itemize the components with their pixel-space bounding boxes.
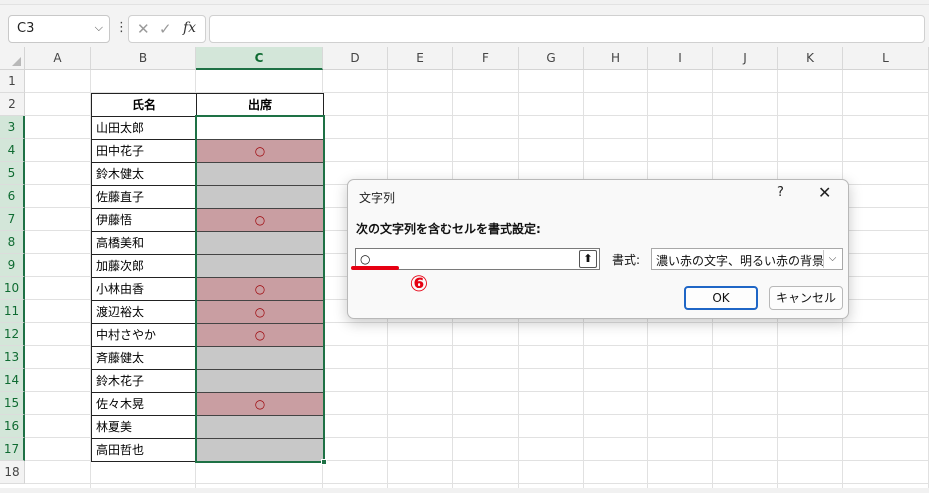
attendance-cell[interactable] bbox=[196, 254, 324, 278]
row-header-14[interactable]: 14 bbox=[0, 369, 25, 392]
row-header-15[interactable]: 15 bbox=[0, 392, 25, 415]
name-cell[interactable]: 鈴木健太 bbox=[91, 162, 197, 186]
attendance-cell[interactable] bbox=[196, 346, 324, 370]
gridline-horizontal bbox=[25, 483, 929, 484]
name-cell[interactable]: 山田太郎 bbox=[91, 116, 197, 140]
column-header-c[interactable]: C bbox=[196, 47, 323, 70]
enter-icon[interactable]: ✓ bbox=[159, 20, 172, 38]
name-cell[interactable]: 加藤次郎 bbox=[91, 254, 197, 278]
attendance-cell[interactable] bbox=[196, 231, 324, 255]
column-header-g[interactable]: G bbox=[519, 47, 584, 70]
column-header-j[interactable]: J bbox=[713, 47, 778, 70]
dialog-prompt: 次の文字列を含むセルを書式設定: bbox=[356, 222, 541, 236]
name-cell[interactable]: 渡辺裕太 bbox=[91, 300, 197, 324]
formula-input[interactable] bbox=[209, 15, 925, 43]
insert-function-icon[interactable]: fx bbox=[183, 20, 196, 36]
cancel-button[interactable]: キャンセル bbox=[769, 286, 843, 310]
row-header-8[interactable]: 8 bbox=[0, 231, 25, 254]
name-cell[interactable]: 佐藤直子 bbox=[91, 185, 197, 209]
dialog-title: 文字列 bbox=[359, 191, 396, 205]
attendance-cell[interactable] bbox=[196, 185, 324, 209]
text-contains-dialog: 文字列 ? ✕ 次の文字列を含むセルを書式設定: ○ ⬆ 書式: 濃い赤の文字、… bbox=[347, 179, 849, 319]
ok-button[interactable]: OK bbox=[684, 286, 758, 310]
attendance-cell[interactable]: ○ bbox=[196, 392, 324, 416]
attendance-cell[interactable] bbox=[196, 438, 324, 462]
row-header-16[interactable]: 16 bbox=[0, 415, 25, 438]
format-select[interactable]: 濃い赤の文字、明るい赤の背景 ⌵ bbox=[651, 248, 843, 270]
attendance-cell[interactable]: ○ bbox=[196, 323, 324, 347]
text-input-value: ○ bbox=[360, 252, 371, 266]
row-header-18[interactable]: 18 bbox=[0, 461, 25, 484]
help-icon[interactable]: ? bbox=[777, 185, 784, 200]
name-box-value: C3 bbox=[17, 21, 35, 36]
name-cell[interactable]: 高田哲也 bbox=[91, 438, 197, 462]
column-header-e[interactable]: E bbox=[388, 47, 453, 70]
row-header-1[interactable]: 1 bbox=[0, 70, 25, 93]
step-number-badge: ⑥ bbox=[409, 272, 429, 297]
row-header-11[interactable]: 11 bbox=[0, 300, 25, 323]
column-header-k[interactable]: K bbox=[778, 47, 843, 70]
attendance-cell[interactable]: ○ bbox=[196, 277, 324, 301]
name-cell[interactable]: 田中花子 bbox=[91, 139, 197, 163]
column-header-f[interactable]: F bbox=[453, 47, 519, 70]
attendance-cell[interactable] bbox=[196, 162, 324, 186]
name-cell[interactable]: 高橋美和 bbox=[91, 231, 197, 255]
row-header-3[interactable]: 3 bbox=[0, 116, 25, 139]
attendance-cell[interactable]: ○ bbox=[196, 300, 324, 324]
chevron-down-icon[interactable]: ⌵ bbox=[95, 21, 103, 35]
select-all-corner[interactable] bbox=[0, 47, 25, 70]
format-select-value: 濃い赤の文字、明るい赤の背景 bbox=[656, 254, 825, 268]
attendance-cell[interactable] bbox=[196, 415, 324, 439]
annotation-underline bbox=[351, 266, 399, 270]
attendance-cell[interactable]: ○ bbox=[196, 139, 324, 163]
name-cell[interactable]: 林夏美 bbox=[91, 415, 197, 439]
formula-buttons: ✕ ✓ fx bbox=[128, 15, 206, 43]
row-header-6[interactable]: 6 bbox=[0, 185, 25, 208]
row-header-9[interactable]: 9 bbox=[0, 254, 25, 277]
fill-handle[interactable] bbox=[321, 459, 327, 465]
attendance-cell[interactable] bbox=[196, 116, 324, 140]
chevron-down-icon[interactable]: ⌵ bbox=[823, 250, 841, 268]
name-cell[interactable]: 中村さやか bbox=[91, 323, 197, 347]
column-header-d[interactable]: D bbox=[323, 47, 388, 70]
bottom-strip bbox=[0, 488, 929, 493]
collapse-dialog-icon[interactable]: ⬆ bbox=[579, 250, 597, 268]
name-cell[interactable]: 伊藤悟 bbox=[91, 208, 197, 232]
column-header-l[interactable]: L bbox=[843, 47, 929, 70]
attendance-cell[interactable]: ○ bbox=[196, 208, 324, 232]
table-header-name[interactable]: 氏名 bbox=[91, 93, 197, 117]
name-cell[interactable]: 斉藤健太 bbox=[91, 346, 197, 370]
name-box[interactable]: C3 ⌵ bbox=[8, 15, 110, 43]
formula-bar: C3 ⌵ ⋮ ✕ ✓ fx bbox=[0, 5, 929, 47]
row-header-13[interactable]: 13 bbox=[0, 346, 25, 369]
format-label: 書式: bbox=[612, 253, 641, 267]
more-options-icon[interactable]: ⋮ bbox=[115, 20, 128, 35]
row-header-12[interactable]: 12 bbox=[0, 323, 25, 346]
cancel-icon[interactable]: ✕ bbox=[137, 20, 150, 38]
row-header-4[interactable]: 4 bbox=[0, 139, 25, 162]
name-cell[interactable]: 佐々木晃 bbox=[91, 392, 197, 416]
row-header-17[interactable]: 17 bbox=[0, 438, 25, 461]
row-header-10[interactable]: 10 bbox=[0, 277, 25, 300]
table-header-attendance[interactable]: 出席 bbox=[196, 93, 324, 117]
name-cell[interactable]: 小林由香 bbox=[91, 277, 197, 301]
column-header-a[interactable]: A bbox=[25, 47, 91, 70]
column-header-i[interactable]: I bbox=[648, 47, 713, 70]
name-cell[interactable]: 鈴木花子 bbox=[91, 369, 197, 393]
row-header-5[interactable]: 5 bbox=[0, 162, 25, 185]
attendance-cell[interactable] bbox=[196, 369, 324, 393]
row-header-7[interactable]: 7 bbox=[0, 208, 25, 231]
row-header-2[interactable]: 2 bbox=[0, 93, 25, 116]
column-header-h[interactable]: H bbox=[584, 47, 648, 70]
close-icon[interactable]: ✕ bbox=[818, 183, 831, 202]
column-header-b[interactable]: B bbox=[91, 47, 196, 70]
